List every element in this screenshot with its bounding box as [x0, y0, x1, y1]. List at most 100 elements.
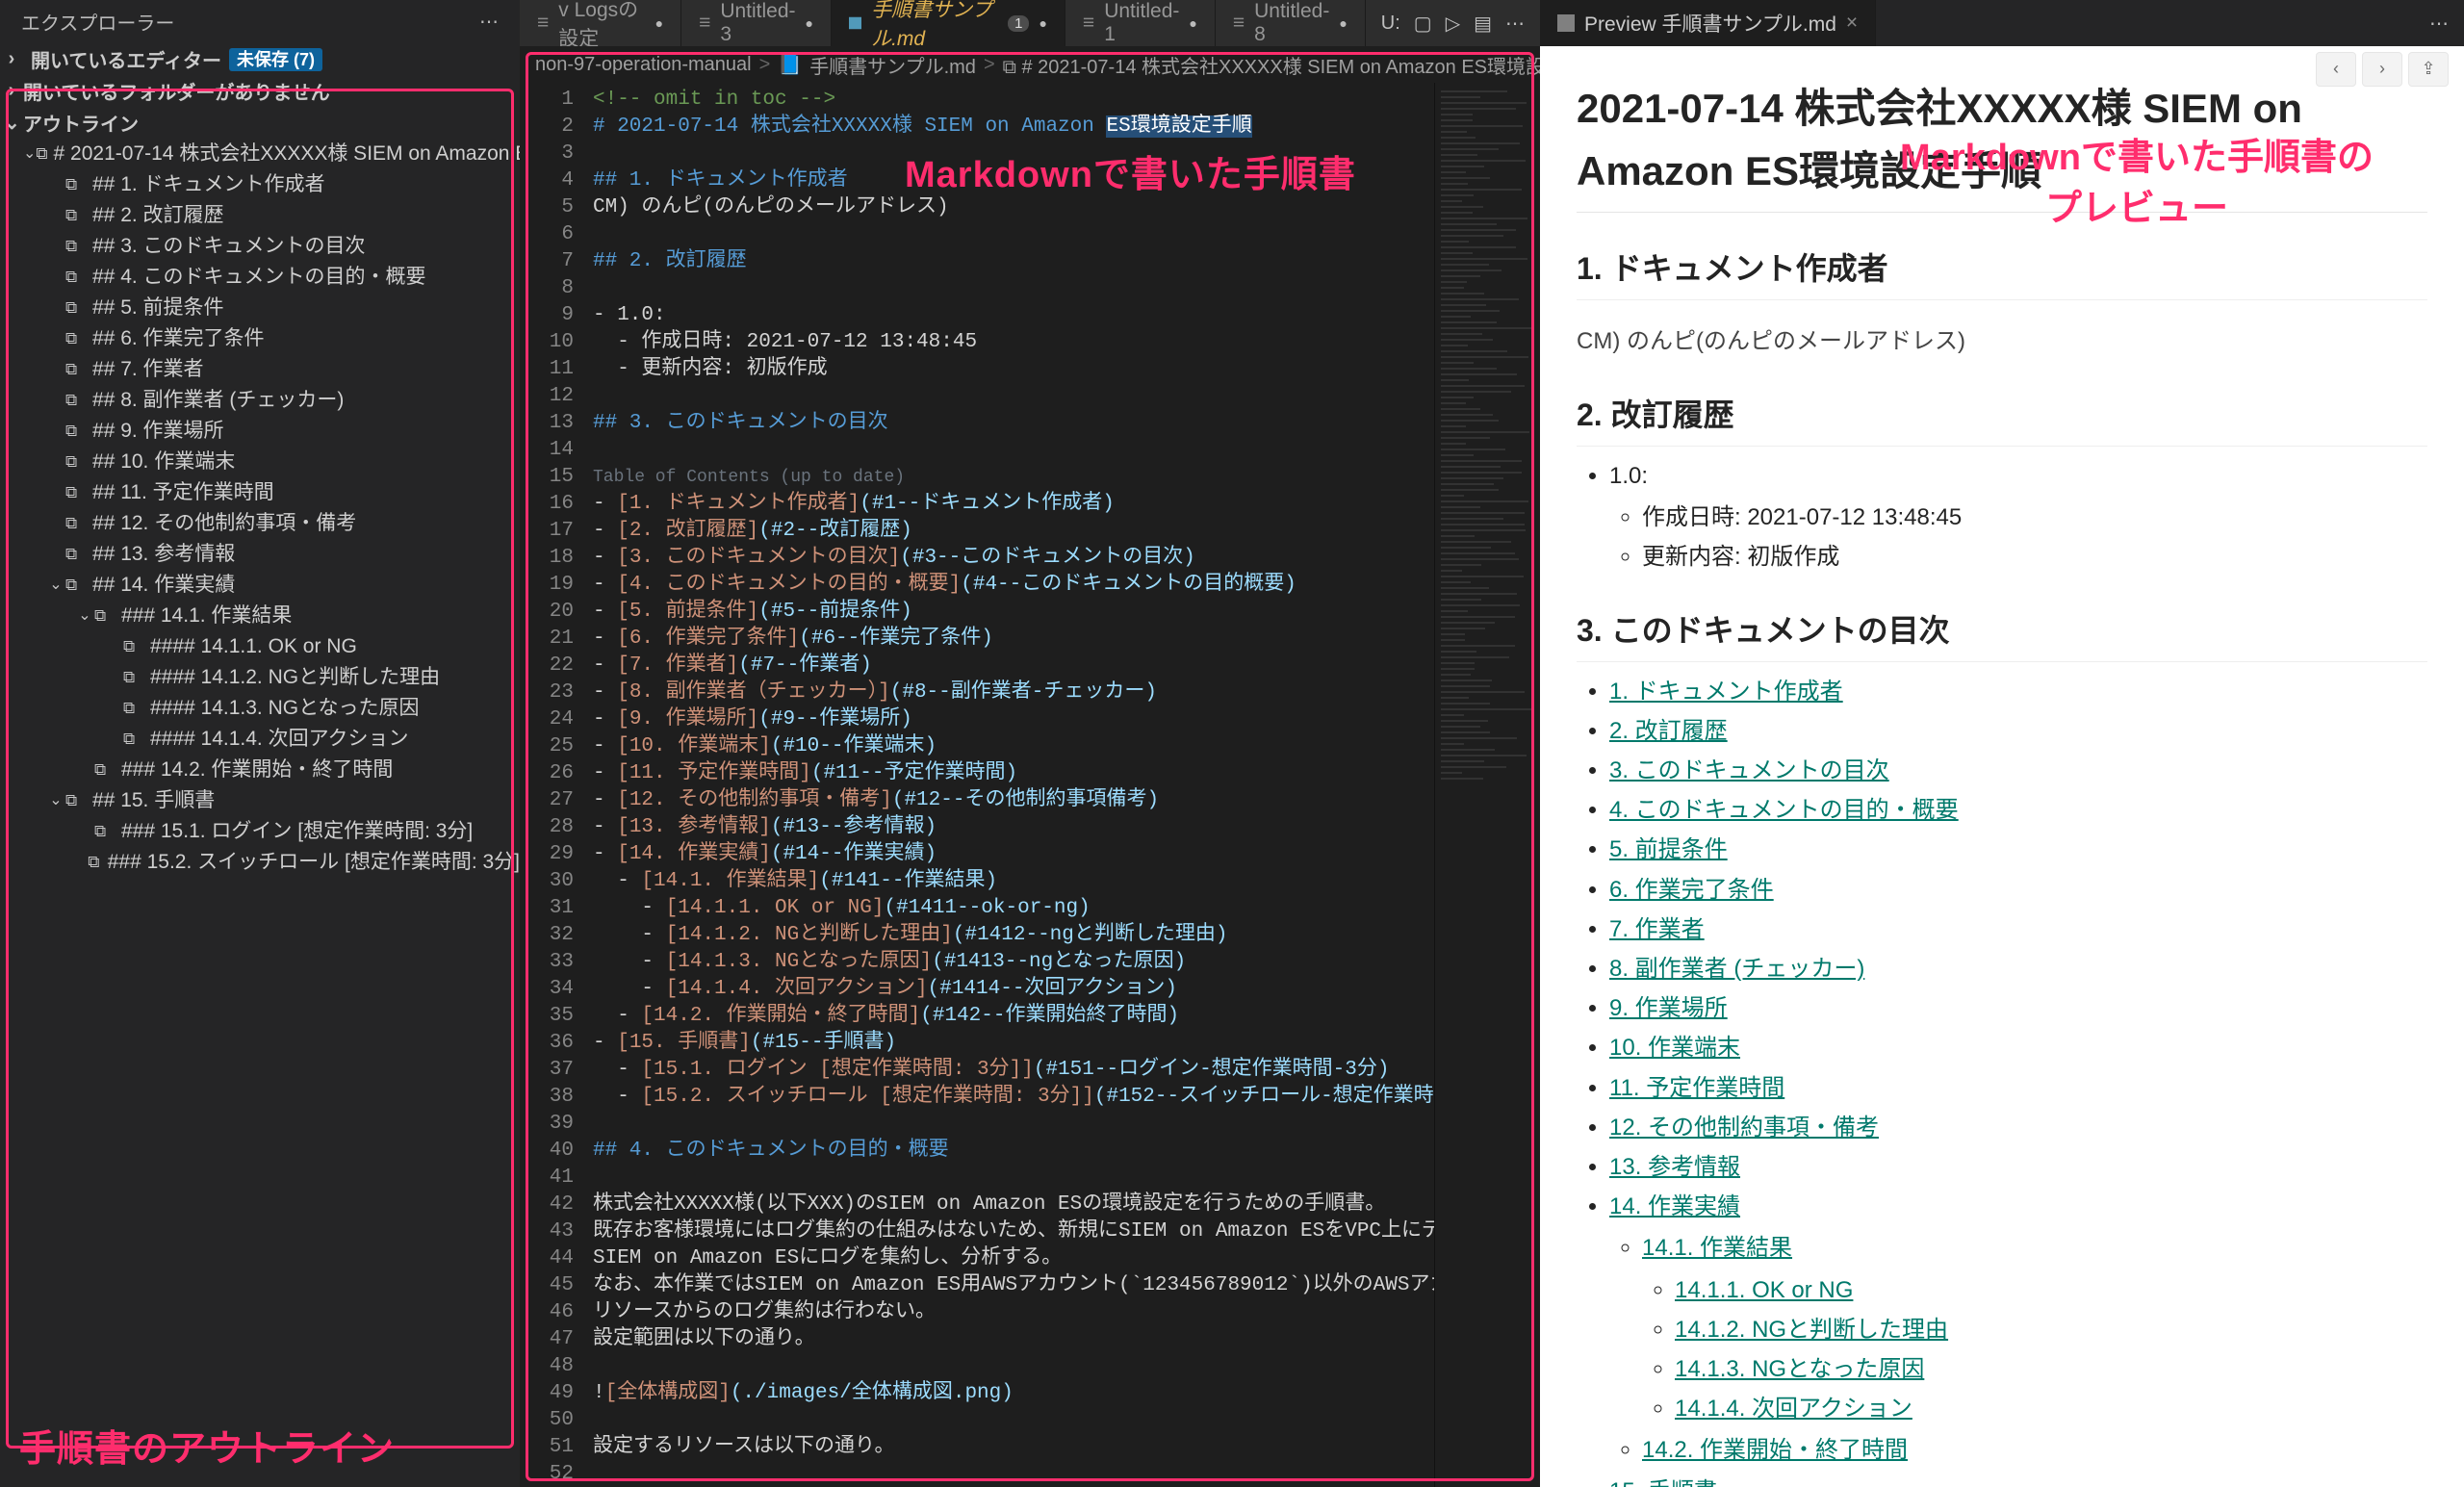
outline-item[interactable]: ⧉## 3. このドキュメントの目次	[0, 231, 520, 262]
heading-icon: ⧉	[65, 786, 87, 815]
toc-link[interactable]: 14.1.3. NGとなった原因	[1675, 1356, 1924, 1382]
breadcrumbs[interactable]: non-97-operation-manual>📘手順書サンプル.md>⧉ # …	[520, 46, 1540, 83]
close-icon[interactable]: ×	[1846, 12, 1858, 35]
outline-item-label: ## 13. 参考情報	[92, 540, 235, 569]
toc-link[interactable]: 14.1.1. OK or NG	[1675, 1277, 1853, 1303]
heading-icon: ⧉	[65, 540, 87, 569]
open-editors-section[interactable]: › 開いているエディター 未保存 (7)	[0, 43, 520, 75]
unsaved-badge: 未保存 (7)	[229, 48, 322, 71]
toc-link[interactable]: 11. 予定作業時間	[1609, 1075, 1784, 1101]
no-folder-section[interactable]: › 開いているフォルダーがありません	[0, 75, 520, 107]
outline-item[interactable]: ⧉## 12. その他制約事項・備考	[0, 508, 520, 539]
toc-item: 3. このドキュメントの目次	[1609, 753, 2427, 788]
breadcrumb-segment[interactable]: 📘	[778, 53, 802, 77]
outline-item[interactable]: ⧉## 7. 作業者	[0, 354, 520, 385]
more-icon[interactable]: ⋯	[2429, 12, 2449, 36]
preview-tab[interactable]: Preview 手順書サンプル.md ×	[1540, 0, 1876, 46]
editor-action-icon[interactable]: ▤	[1474, 12, 1492, 36]
toc-link[interactable]: 12. その他制約事項・備考	[1609, 1115, 1879, 1141]
toc-link[interactable]: 15. 手順書	[1609, 1478, 1717, 1487]
toc-link[interactable]: 4. このドキュメントの目的・概要	[1609, 797, 1959, 823]
tab-label: Untitled-8	[1254, 0, 1329, 46]
outline-item[interactable]: ⧉## 13. 参考情報	[0, 539, 520, 570]
outline-item[interactable]: ⧉## 10. 作業端末	[0, 447, 520, 477]
toc-link[interactable]: 14.1.2. NGと判断した理由	[1675, 1317, 1948, 1343]
editor-tab[interactable]: ≡v Logsの設定●	[520, 0, 681, 46]
toc-link[interactable]: 8. 副作業者 (チェッカー)	[1609, 956, 1864, 982]
breadcrumb-segment[interactable]: ⧉ # 2021-07-14 株式会社XXXXX様 SIEM on Amazon…	[1003, 51, 1540, 79]
editor-action-icon[interactable]: ▷	[1446, 12, 1460, 36]
preview-next-icon[interactable]: ›	[2362, 52, 2402, 87]
editor-action-icon[interactable]: ▢	[1414, 12, 1432, 36]
outline-item[interactable]: ⌄⧉# 2021-07-14 株式会社XXXXX様 SIEM on Amazon…	[0, 139, 520, 169]
heading-icon: ⧉	[65, 232, 87, 261]
heading-icon: ⧉	[123, 725, 144, 754]
outline-item-label: ## 9. 作業場所	[92, 417, 224, 446]
outline-section[interactable]: ⌄ アウトライン	[0, 107, 520, 139]
outline-item-label: ## 7. 作業者	[92, 355, 204, 384]
outline-item[interactable]: ⧉## 2. 改訂履歴	[0, 200, 520, 231]
outline-item[interactable]: ⧉#### 14.1.4. 次回アクション	[0, 724, 520, 755]
toc-link[interactable]: 2. 改訂履歴	[1609, 718, 1728, 744]
more-icon[interactable]: ⋯	[479, 10, 499, 34]
heading-icon: ⧉	[123, 694, 144, 723]
editor-action-icon[interactable]: U:	[1381, 13, 1400, 35]
toc-link[interactable]: 6. 作業完了条件	[1609, 877, 1774, 903]
editor-tab[interactable]: ≡Untitled-3●	[681, 0, 832, 46]
outline-item[interactable]: ⧉#### 14.1.2. NGと判断した理由	[0, 662, 520, 693]
code-lines[interactable]: <!-- omit in toc --># 2021-07-14 株式会社XXX…	[587, 83, 1434, 1487]
file-icon: ≡	[699, 12, 710, 35]
heading-icon: ⧉	[65, 448, 87, 476]
editor-tab[interactable]: ≡Untitled-1●	[1065, 0, 1216, 46]
outline-item[interactable]: ⧉## 6. 作業完了条件	[0, 323, 520, 354]
toc-item: 14.1.2. NGと判断した理由	[1675, 1312, 2427, 1347]
outline-item[interactable]: ⧉## 4. このドキュメントの目的・概要	[0, 262, 520, 293]
toc-link[interactable]: 14.1. 作業結果	[1642, 1235, 1792, 1261]
outline-item-label: ## 3. このドキュメントの目次	[92, 232, 366, 261]
outline-item[interactable]: ⌄⧉## 14. 作業実績	[0, 570, 520, 601]
preview-export-icon[interactable]: ⇪	[2408, 52, 2449, 87]
toc-link[interactable]: 5. 前提条件	[1609, 836, 1728, 862]
heading-icon: ⧉	[65, 355, 87, 384]
file-icon: ≡	[1233, 12, 1245, 35]
preview-body[interactable]: ‹ › ⇪ 2021-07-14 株式会社XXXXX様 SIEM on Amaz…	[1540, 46, 2464, 1487]
preview-author: CM) のんピ(のんピのメールアドレス)	[1577, 323, 2427, 359]
chevron-down-icon: ⌄	[46, 786, 65, 815]
toc-link[interactable]: 14.2. 作業開始・終了時間	[1642, 1437, 1908, 1463]
preview-icon	[1557, 14, 1575, 32]
toc-link[interactable]: 1. ドキュメント作成者	[1609, 679, 1843, 705]
outline-item[interactable]: ⧉#### 14.1.3. NGとなった原因	[0, 693, 520, 724]
outline-item[interactable]: ⧉## 1. ドキュメント作成者	[0, 169, 520, 200]
outline-item[interactable]: ⧉## 5. 前提条件	[0, 293, 520, 323]
toc-link[interactable]: 9. 作業場所	[1609, 995, 1728, 1021]
code-editor[interactable]: 1234567891011121314151617181920212223242…	[520, 83, 1540, 1487]
toc-link[interactable]: 14. 作業実績	[1609, 1193, 1740, 1219]
breadcrumb-segment[interactable]: 手順書サンプル.md	[809, 51, 976, 79]
editor-tab[interactable]: 手順書サンプル.md1●	[832, 0, 1065, 46]
outline-item[interactable]: ⌄⧉## 15. 手順書	[0, 785, 520, 816]
toc-link[interactable]: 13. 参考情報	[1609, 1154, 1740, 1180]
toc-link[interactable]: 10. 作業端末	[1609, 1035, 1740, 1061]
no-folder-label: 開いているフォルダーがありません	[23, 77, 330, 105]
outline-item[interactable]: ⧉#### 14.1.1. OK or NG	[0, 631, 520, 662]
heading-icon: ⧉	[65, 263, 87, 292]
outline-item[interactable]: ⧉## 11. 予定作業時間	[0, 477, 520, 508]
file-icon	[849, 14, 861, 32]
preview-prev-icon[interactable]: ‹	[2316, 52, 2356, 87]
minimap[interactable]	[1434, 83, 1540, 1487]
outline-item[interactable]: ⧉### 15.2. スイッチロール [想定作業時間: 3分]	[0, 847, 520, 878]
chevron-right-icon: ›	[4, 48, 19, 70]
toc-link[interactable]: 14.1.4. 次回アクション	[1675, 1396, 1912, 1422]
outline-item[interactable]: ⧉### 15.1. ログイン [想定作業時間: 3分]	[0, 816, 520, 847]
editor-tab[interactable]: ≡Untitled-8●	[1216, 0, 1366, 46]
outline-item[interactable]: ⧉### 14.2. 作業開始・終了時間	[0, 755, 520, 785]
outline-item[interactable]: ⧉## 8. 副作業者 (チェッカー)	[0, 385, 520, 416]
outline-item[interactable]: ⧉## 9. 作業場所	[0, 416, 520, 447]
toc-link[interactable]: 7. 作業者	[1609, 916, 1705, 942]
preview-toolbar: ‹ › ⇪	[2316, 52, 2449, 87]
outline-item-label: #### 14.1.2. NGと判断した理由	[150, 663, 440, 692]
toc-link[interactable]: 3. このドキュメントの目次	[1609, 757, 1889, 783]
breadcrumb-segment[interactable]: non-97-operation-manual	[535, 54, 752, 76]
outline-item[interactable]: ⌄⧉### 14.1. 作業結果	[0, 601, 520, 631]
editor-action-icon[interactable]: ⋯	[1505, 12, 1525, 36]
